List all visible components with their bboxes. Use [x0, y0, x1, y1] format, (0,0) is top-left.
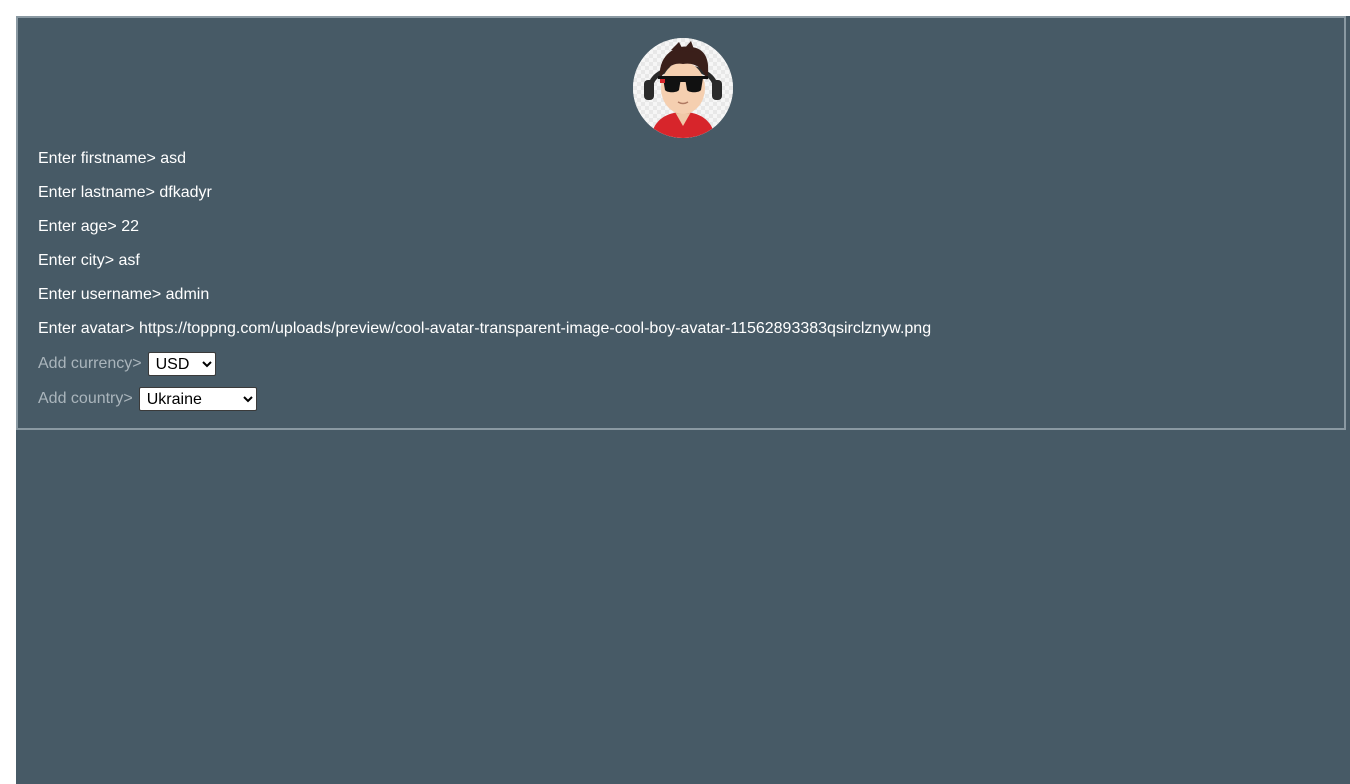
lastname-prompt: Enter lastname> [38, 184, 155, 201]
avatar-url-line: Enter avatar> https://toppng.com/uploads… [38, 319, 931, 339]
city-value: asf [118, 252, 140, 269]
firstname-prompt: Enter firstname> [38, 150, 156, 167]
avatar-image [633, 38, 733, 138]
lastname-value: dfkadyr [159, 184, 212, 201]
currency-label: Add currency> [38, 355, 142, 372]
firstname-line: Enter firstname> asd [38, 149, 186, 169]
profile-card: Enter firstname> asd Enter lastname> dfk… [16, 16, 1346, 430]
age-prompt: Enter age> [38, 218, 117, 235]
age-value: 22 [121, 218, 139, 235]
country-label: Add country> [38, 390, 133, 407]
avatar-url-value: https://toppng.com/uploads/preview/cool-… [138, 320, 932, 337]
username-prompt: Enter username> [38, 286, 162, 303]
country-select[interactable]: Ukraine [138, 387, 257, 411]
city-line: Enter city> asf [38, 251, 140, 271]
currency-row: Add currency> USD [38, 352, 216, 376]
firstname-value: asd [160, 150, 187, 167]
username-line: Enter username> admin [38, 285, 209, 305]
avatar-url-prompt: Enter avatar> [38, 320, 135, 337]
country-row: Add country> Ukraine [38, 387, 257, 411]
city-prompt: Enter city> [38, 252, 115, 269]
age-line: Enter age> 22 [38, 217, 139, 237]
avatar [633, 38, 733, 138]
lastname-line: Enter lastname> dfkadyr [38, 183, 212, 203]
username-value: admin [165, 286, 210, 303]
currency-select[interactable]: USD [147, 352, 216, 376]
